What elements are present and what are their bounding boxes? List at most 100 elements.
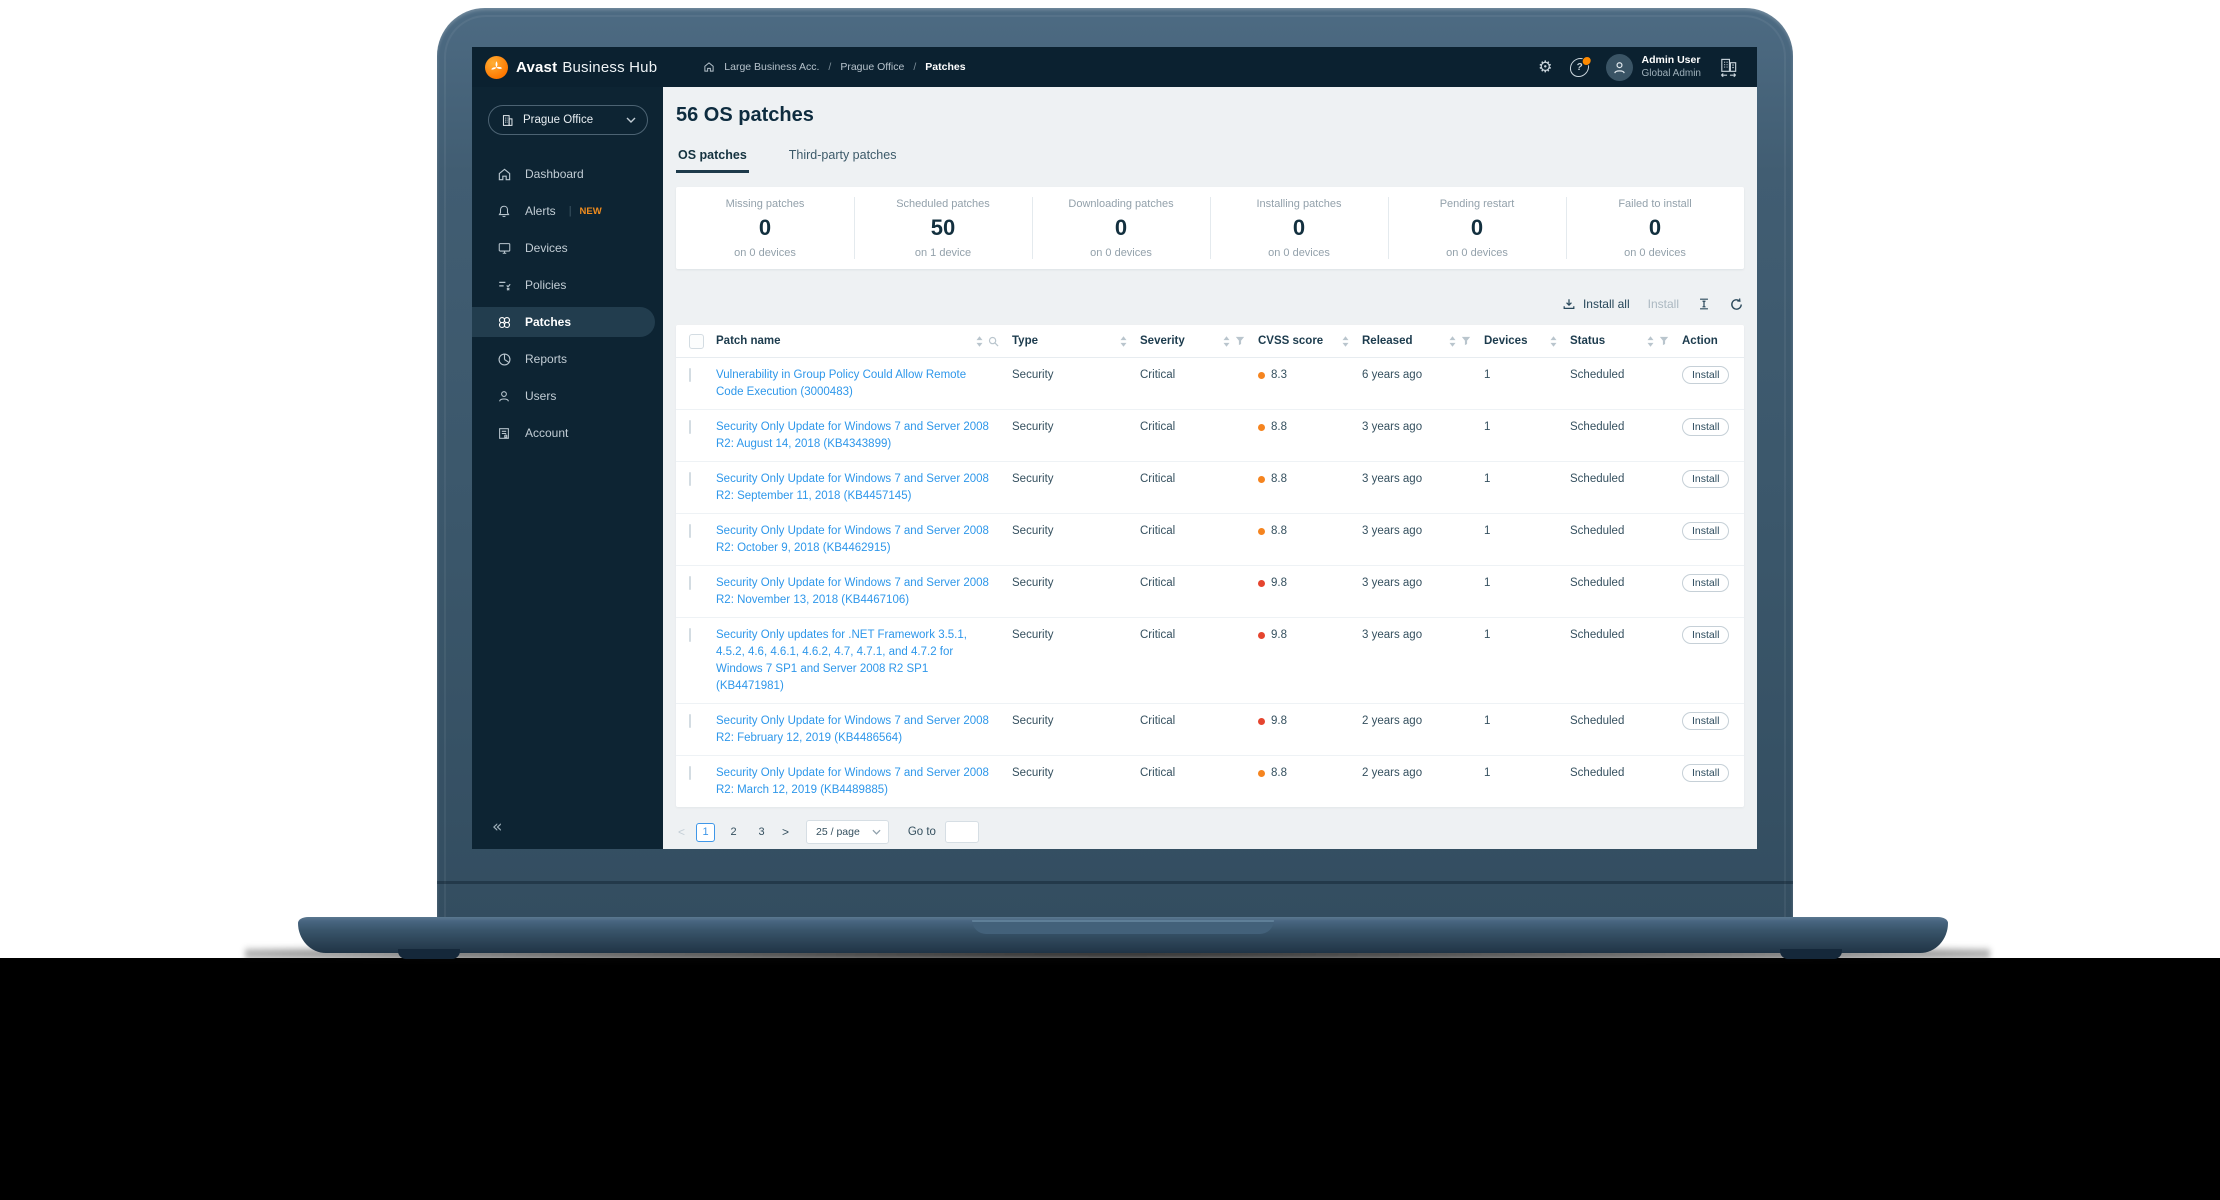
filter-icon[interactable] [1659, 336, 1669, 346]
sort-icon[interactable] [976, 335, 983, 347]
tab-os-patches[interactable]: OS patches [676, 148, 749, 173]
patch-type: Security [1012, 577, 1054, 589]
goto-page-input[interactable] [944, 821, 979, 843]
row-checkbox[interactable] [689, 576, 691, 590]
cvss-dot [1258, 770, 1265, 777]
pagination: < 123 > 25 / page Go to [676, 820, 1744, 844]
home-icon[interactable] [703, 61, 715, 73]
column-header-devices[interactable]: Devices [1484, 335, 1570, 347]
stat-label: Pending restart [1439, 198, 1515, 210]
sidebar-item-account[interactable]: Account [472, 418, 663, 448]
patch-name-link[interactable]: Security Only Update for Windows 7 and S… [716, 419, 1012, 453]
column-header-cvss-score[interactable]: CVSS score [1258, 335, 1362, 347]
stat-label: Missing patches [725, 198, 805, 210]
table-row: Security Only Update for Windows 7 and S… [676, 566, 1744, 618]
stat-subtext: on 1 device [914, 247, 972, 259]
chevron-down-icon [872, 829, 881, 835]
patch-devices: 1 [1484, 715, 1491, 727]
row-install-button[interactable]: Install [1682, 574, 1730, 592]
filter-icon[interactable] [1235, 336, 1245, 346]
row-install-button[interactable]: Install [1682, 764, 1730, 782]
breadcrumb-account[interactable]: Large Business Acc. [724, 61, 819, 73]
patch-name-link[interactable]: Security Only Update for Windows 7 and S… [716, 471, 1012, 505]
sidebar-collapse-button[interactable]: « [492, 817, 502, 837]
column-header-severity[interactable]: Severity [1140, 335, 1258, 347]
row-install-button[interactable]: Install [1682, 712, 1730, 730]
pagination-prev[interactable]: < [676, 825, 687, 839]
patch-name-link[interactable]: Security Only Update for Windows 7 and S… [716, 523, 1012, 557]
patch-status: Scheduled [1570, 369, 1625, 381]
user-chip[interactable]: Admin User Global Admin [1605, 53, 1701, 81]
column-header-patch-name[interactable]: Patch name [716, 335, 1012, 347]
sidebar-item-dashboard[interactable]: Dashboard [472, 159, 663, 189]
pagination-page-3[interactable]: 3 [752, 823, 771, 842]
sidebar-item-patches[interactable]: Patches [472, 307, 655, 337]
row-checkbox[interactable] [689, 766, 691, 780]
site-selector[interactable]: Prague Office [488, 105, 648, 135]
pagination-page-1[interactable]: 1 [696, 822, 716, 842]
table-row: Security Only updates for .NET Framework… [676, 618, 1744, 704]
patches-icon [496, 315, 512, 330]
row-install-button[interactable]: Install [1682, 522, 1730, 540]
filter-icon[interactable] [1461, 336, 1471, 346]
table-row: Security Only Update for Windows 7 and S… [676, 704, 1744, 756]
tab-third-party-patches[interactable]: Third-party patches [787, 148, 899, 173]
brand[interactable]: Avast Business Hub [485, 55, 657, 79]
pagination-next[interactable]: > [780, 825, 791, 839]
patch-released: 3 years ago [1362, 473, 1423, 485]
sort-icon[interactable] [1120, 335, 1127, 347]
sidebar-item-reports[interactable]: Reports [472, 344, 663, 374]
site-selector-label: Prague Office [523, 114, 594, 126]
patch-status: Scheduled [1570, 525, 1625, 537]
patch-name-link[interactable]: Vulnerability in Group Policy Could Allo… [716, 367, 1012, 401]
column-header-action: Action [1682, 335, 1744, 347]
row-checkbox[interactable] [689, 524, 691, 538]
pagination-page-2[interactable]: 2 [724, 823, 743, 842]
company-switcher-icon[interactable] [1718, 57, 1739, 78]
search-icon[interactable] [988, 336, 999, 347]
row-checkbox[interactable] [689, 628, 691, 642]
column-header-type[interactable]: Type [1012, 335, 1140, 347]
select-all-checkbox[interactable] [689, 334, 704, 349]
sort-icon[interactable] [1449, 335, 1456, 347]
help-icon[interactable]: ? [1568, 55, 1592, 77]
row-install-button[interactable]: Install [1682, 626, 1730, 644]
sidebar-item-alerts[interactable]: Alerts | NEW [472, 196, 663, 226]
page-size-select[interactable]: 25 / page [806, 820, 889, 844]
refresh-icon[interactable] [1729, 297, 1744, 312]
patch-name-link[interactable]: Security Only Update for Windows 7 and S… [716, 713, 1012, 747]
install-button[interactable]: Install [1648, 297, 1679, 311]
header-checkbox-cell [676, 333, 716, 349]
install-all-button[interactable]: Install all [1562, 297, 1630, 311]
sort-icon[interactable] [1342, 335, 1349, 347]
patch-severity: Critical [1140, 577, 1176, 589]
sort-icon[interactable] [1223, 335, 1230, 347]
patch-name-link[interactable]: Security Only Update for Windows 7 and S… [716, 765, 1012, 799]
sort-icon[interactable] [1647, 335, 1654, 347]
patch-released: 3 years ago [1362, 577, 1423, 589]
patch-severity: Critical [1140, 629, 1176, 641]
devices-icon [496, 241, 512, 255]
row-install-button[interactable]: Install [1682, 470, 1730, 488]
tabs: OS patches Third-party patches [676, 148, 1744, 173]
gear-icon[interactable]: ⚙ [1538, 59, 1552, 75]
row-checkbox[interactable] [689, 420, 691, 434]
breadcrumb-site[interactable]: Prague Office [840, 61, 904, 73]
row-height-icon[interactable] [1697, 297, 1711, 311]
sort-icon[interactable] [1550, 335, 1557, 347]
patch-name-link[interactable]: Security Only Update for Windows 7 and S… [716, 575, 1012, 609]
column-header-status[interactable]: Status [1570, 335, 1682, 347]
sidebar-item-devices[interactable]: Devices [472, 233, 663, 263]
row-checkbox[interactable] [689, 714, 691, 728]
row-install-button[interactable]: Install [1682, 366, 1730, 384]
column-header-released[interactable]: Released [1362, 335, 1484, 347]
sidebar-item-policies[interactable]: Policies [472, 270, 663, 300]
row-install-button[interactable]: Install [1682, 418, 1730, 436]
laptop-foot [398, 949, 460, 959]
row-checkbox[interactable] [689, 472, 691, 486]
policies-icon [496, 278, 512, 292]
row-checkbox[interactable] [689, 368, 691, 382]
stat-value: 0 [1114, 215, 1128, 240]
sidebar-item-users[interactable]: Users [472, 381, 663, 411]
patch-name-link[interactable]: Security Only updates for .NET Framework… [716, 627, 1012, 695]
